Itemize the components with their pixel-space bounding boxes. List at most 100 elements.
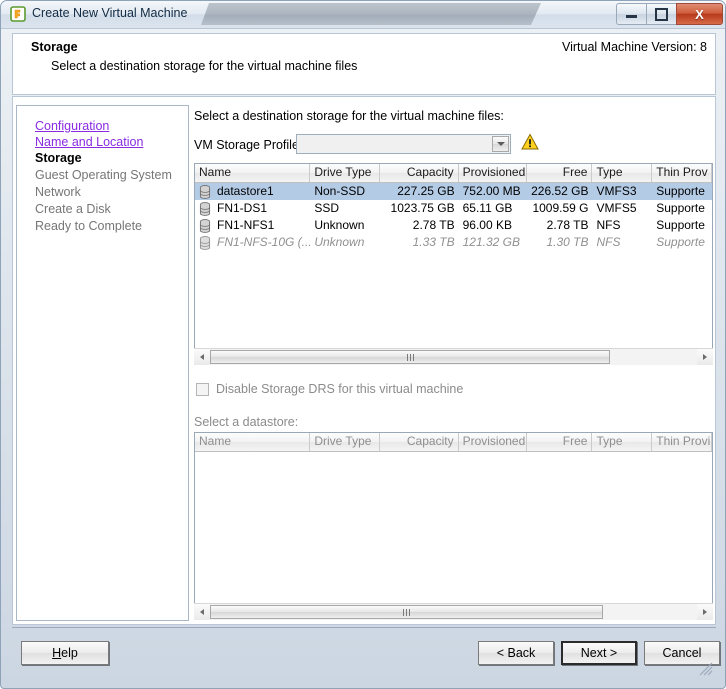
- back-button[interactable]: < Back: [478, 641, 554, 665]
- hscrollbar-track[interactable]: [210, 349, 697, 365]
- column-header-type: Type: [592, 433, 653, 451]
- datastore-drive-type: Non-SSD: [314, 184, 366, 198]
- window-controls: X: [616, 3, 723, 25]
- maximize-button[interactable]: [646, 3, 676, 25]
- datastore-drive-type: Unknown: [314, 235, 365, 249]
- datastore-free: 226.52 GB: [531, 184, 589, 198]
- wizard-header: Storage Select a destination storage for…: [12, 33, 716, 95]
- cluster-datastore-table[interactable]: Name Drive Type Capacity Provisioned Fre…: [194, 432, 713, 604]
- cancel-button-label: Cancel: [662, 646, 702, 660]
- close-button[interactable]: X: [676, 3, 723, 25]
- column-header-drive-type: Drive Type: [310, 433, 380, 451]
- hscrollbar-track[interactable]: [210, 604, 697, 620]
- datastore-name: FN1-NFS1: [217, 218, 275, 232]
- resize-grip-icon[interactable]: [699, 662, 713, 676]
- datastore-icon: [199, 184, 211, 199]
- instruction-label: Select a destination storage for the vir…: [194, 109, 504, 123]
- datastore-table[interactable]: Name Drive Type Capacity Provisioned Fre…: [194, 163, 713, 349]
- scroll-left-arrow-icon[interactable]: [194, 349, 210, 365]
- window-titlebar[interactable]: Create New Virtual Machine X: [1, 1, 725, 29]
- datastore-thin-provisioning: Supporte: [656, 184, 705, 198]
- sidebar-item-configuration[interactable]: Configuration: [35, 118, 109, 134]
- datastore-free: 1.30 TB: [546, 235, 589, 249]
- datastore-free: 1009.59 G: [532, 201, 589, 215]
- datastore-type: VMFS5: [596, 201, 637, 215]
- datastore-table-header: Name Drive Type Capacity Provisioned Fre…: [195, 164, 712, 183]
- titlebar-background-artifact: [201, 3, 541, 25]
- hscrollbar-thumb[interactable]: [210, 605, 603, 619]
- column-header-name[interactable]: Name: [195, 164, 311, 182]
- create-new-virtual-machine-window: Create New Virtual Machine X Storage Sel…: [0, 0, 726, 689]
- disable-storage-drs-label: Disable Storage DRS for this virtual mac…: [216, 382, 464, 396]
- cluster-table-hscrollbar[interactable]: [194, 603, 713, 620]
- datastore-table-hscrollbar[interactable]: [194, 348, 713, 365]
- storage-content-pane: Select a destination storage for the vir…: [191, 97, 715, 624]
- datastore-icon: [199, 218, 211, 233]
- chevron-down-icon[interactable]: [492, 136, 509, 152]
- vm-version-label: Virtual Machine Version: 8: [562, 40, 707, 54]
- next-button-label: Next >: [580, 646, 618, 660]
- minimize-button[interactable]: [616, 3, 646, 25]
- datastore-name: FN1-DS1: [217, 201, 268, 215]
- wizard-footer: Help < Back Next > Cancel: [12, 627, 720, 678]
- vm-storage-profile-select[interactable]: [296, 134, 511, 154]
- datastore-free: 2.78 TB: [546, 218, 589, 232]
- column-header-type[interactable]: Type: [592, 164, 653, 182]
- datastore-capacity: 227.25 GB: [397, 184, 455, 198]
- sidebar-item-network: Network: [35, 185, 81, 199]
- datastore-icon: [199, 235, 211, 250]
- cluster-table-header: Name Drive Type Capacity Provisioned Fre…: [195, 433, 712, 452]
- table-row[interactable]: FN1-DS1 SSD 1023.75 GB 65.11 GB 1009.59 …: [195, 200, 712, 217]
- column-header-drive-type[interactable]: Drive Type: [310, 164, 380, 182]
- datastore-provisioned: 96.00 KB: [462, 218, 512, 232]
- datastore-name: datastore1: [217, 184, 274, 198]
- datastore-capacity: 2.78 TB: [412, 218, 455, 232]
- datastore-drive-type: Unknown: [314, 218, 365, 232]
- sidebar-item-storage: Storage: [35, 151, 82, 165]
- table-row[interactable]: datastore1 Non-SSD 227.25 GB 752.00 MB 2…: [195, 183, 712, 200]
- sidebar-item-name-and-location[interactable]: Name and Location: [35, 134, 143, 150]
- datastore-type: VMFS3: [596, 184, 637, 198]
- sidebar-item-ready-to-complete: Ready to Complete: [35, 219, 143, 233]
- column-header-name: Name: [195, 433, 311, 451]
- column-header-provisioned[interactable]: Provisioned: [459, 164, 527, 182]
- datastore-type: NFS: [596, 235, 621, 249]
- datastore-thin-provisioning: Supporte: [656, 201, 705, 215]
- column-header-free: Free: [527, 433, 593, 451]
- column-header-thin-provisioning[interactable]: Thin Prov: [652, 164, 712, 182]
- column-header-thin-provisioning: Thin Provi: [652, 433, 712, 451]
- datastore-drive-type: SSD: [314, 201, 340, 215]
- table-row: FN1-NFS-10G (... Unknown 1.33 TB 121.32 …: [195, 234, 712, 251]
- scroll-right-arrow-icon[interactable]: [697, 604, 713, 620]
- datastore-provisioned: 752.00 MB: [462, 184, 521, 198]
- disable-storage-drs-checkbox: [196, 383, 209, 396]
- sidebar-item-create-a-disk: Create a Disk: [35, 202, 111, 216]
- hscrollbar-thumb[interactable]: [210, 350, 610, 364]
- wizard-body: Configuration Name and Location Storage …: [12, 96, 716, 625]
- minimize-icon: [626, 15, 637, 18]
- next-button[interactable]: Next >: [561, 641, 637, 665]
- wizard-step-sidebar: Configuration Name and Location Storage …: [16, 105, 189, 621]
- datastore-thin-provisioning: Supporte: [656, 235, 705, 249]
- datastore-capacity: 1.33 TB: [412, 235, 455, 249]
- datastore-icon: [199, 201, 211, 216]
- window-title: Create New Virtual Machine: [32, 6, 188, 20]
- page-title: Storage: [31, 40, 78, 54]
- back-button-label: < Back: [496, 646, 536, 660]
- page-subtitle: Select a destination storage for the vir…: [51, 59, 358, 73]
- select-a-datastore-label: Select a datastore:: [194, 415, 299, 429]
- datastore-capacity: 1023.75 GB: [390, 201, 455, 215]
- maximize-icon: [655, 7, 668, 21]
- datastore-provisioned: 121.32 GB: [462, 235, 520, 249]
- sidebar-item-guest-operating-system: Guest Operating System: [35, 168, 172, 182]
- warning-triangle-icon: [521, 133, 539, 150]
- scroll-right-arrow-icon[interactable]: [697, 349, 713, 365]
- scroll-left-arrow-icon[interactable]: [194, 604, 210, 620]
- table-row[interactable]: FN1-NFS1 Unknown 2.78 TB 96.00 KB 2.78 T…: [195, 217, 712, 234]
- column-header-capacity[interactable]: Capacity: [380, 164, 459, 182]
- vmware-app-icon: [10, 6, 26, 22]
- column-header-provisioned: Provisioned: [459, 433, 527, 451]
- help-button[interactable]: Help: [21, 641, 109, 665]
- datastore-provisioned: 65.11 GB: [462, 201, 513, 215]
- column-header-free[interactable]: Free: [527, 164, 593, 182]
